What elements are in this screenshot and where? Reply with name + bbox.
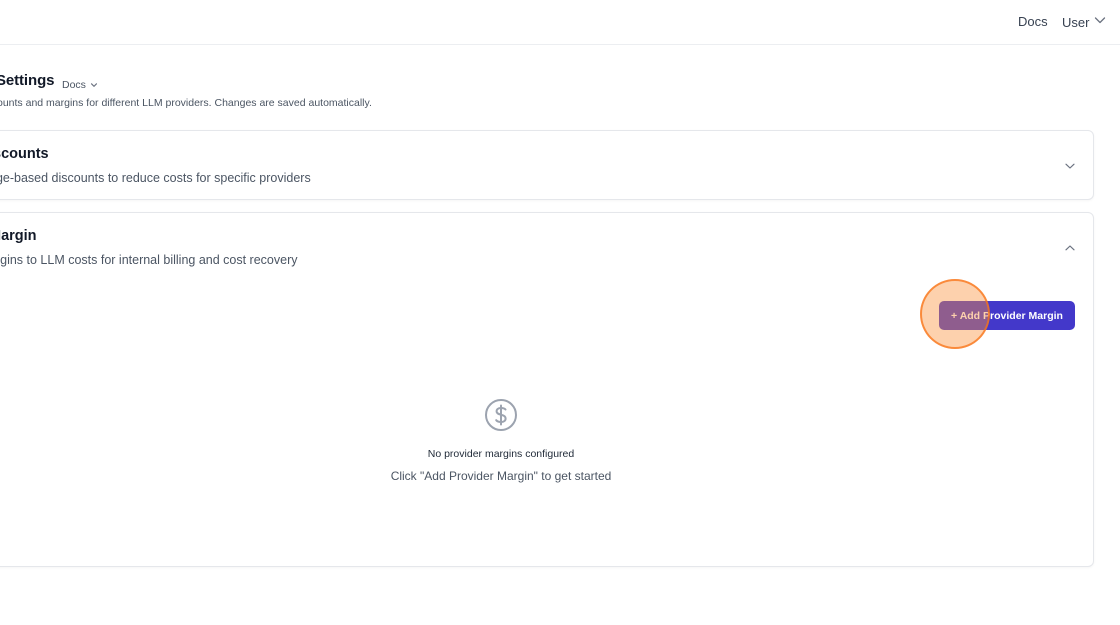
discounts-section-header[interactable]: iscounts age-based discounts to reduce c… — [0, 131, 1093, 201]
margin-section-title: Margin — [0, 228, 37, 244]
provider-settings-page: Docs User Settings Docs ounts and margin… — [0, 0, 1120, 625]
user-menu[interactable]: User — [1062, 13, 1106, 31]
empty-state-title: No provider margins configured — [427, 448, 575, 460]
dollar-circle-icon — [484, 398, 518, 432]
margin-section: Margin argins to LLM costs for internal … — [0, 212, 1094, 567]
page-title: Settings — [0, 72, 55, 89]
margin-section-header[interactable]: Margin argins to LLM costs for internal … — [0, 213, 1093, 283]
chevron-down-icon[interactable] — [1064, 159, 1076, 171]
chevron-down-icon — [90, 76, 98, 94]
top-bar: Docs User — [0, 0, 1120, 45]
page-subtitle: ounts and margins for different LLM prov… — [0, 97, 372, 109]
user-menu-label: User — [1062, 14, 1090, 30]
docs-dropdown[interactable]: Docs — [62, 76, 98, 94]
margin-section-description: argins to LLM costs for internal billing… — [0, 253, 298, 267]
docs-dropdown-label: Docs — [62, 79, 86, 91]
chevron-up-icon[interactable] — [1064, 241, 1076, 253]
discounts-section-title: iscounts — [0, 146, 49, 162]
chevron-down-icon — [1094, 13, 1106, 31]
empty-state-hint: Click "Add Provider Margin" to get start… — [390, 469, 612, 483]
docs-link[interactable]: Docs — [1018, 14, 1048, 29]
discounts-section: iscounts age-based discounts to reduce c… — [0, 130, 1094, 200]
add-provider-margin-button[interactable]: + Add Provider Margin — [939, 301, 1075, 330]
discounts-section-description: age-based discounts to reduce costs for … — [0, 171, 311, 185]
